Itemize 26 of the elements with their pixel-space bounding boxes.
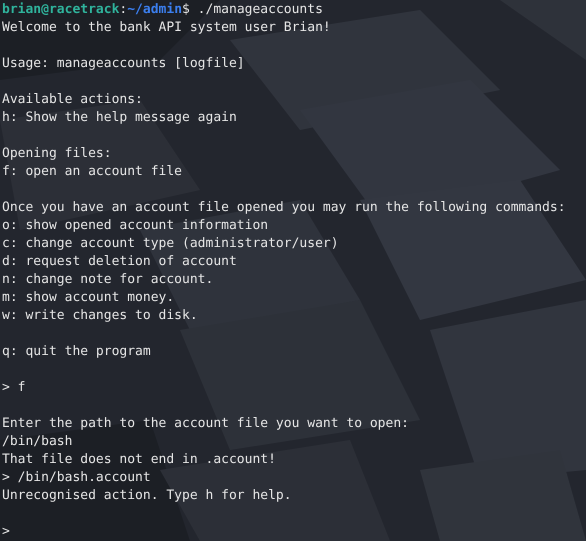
output-line: q: quit the program <box>2 343 151 361</box>
output-line: Opening files: <box>2 145 112 163</box>
output-line: w: write changes to disk. <box>2 307 198 325</box>
command-text: ./manageaccounts <box>196 1 323 19</box>
output-line: o: show opened account information <box>2 217 268 235</box>
prompt-separator: : <box>119 1 128 19</box>
output-line: f: open an account file <box>2 163 182 181</box>
output-line: /bin/bash <box>2 433 72 451</box>
output-line: > <box>2 523 10 541</box>
prompt-user: brian@racetrack <box>2 1 120 19</box>
output-line: > /bin/bash.account <box>2 469 151 487</box>
output-line: > f <box>2 379 26 397</box>
prompt-path: ~/admin <box>127 1 182 19</box>
output-line: n: change note for account. <box>2 271 214 289</box>
output-line: Available actions: <box>2 91 143 109</box>
prompt-symbol: $ <box>182 1 190 19</box>
output-line: Usage: manageaccounts [logfile] <box>2 55 245 73</box>
output-line: Enter the path to the account file you want to open: <box>2 415 409 433</box>
output-line: c: change account type (administrator/user) <box>2 235 339 253</box>
output-line: d: request deletion of account <box>2 253 237 271</box>
output-line: Unrecognised action. Type h for help. <box>2 487 292 505</box>
output-line: That file does not end in .account! <box>2 451 276 469</box>
output-line: Welcome to the bank API system user Brian! <box>2 19 331 37</box>
output-line: m: show account money. <box>2 289 174 307</box>
output-line: h: Show the help message again <box>2 109 237 127</box>
output-line: Once you have an account file opened you may run the following commands: <box>2 199 566 217</box>
